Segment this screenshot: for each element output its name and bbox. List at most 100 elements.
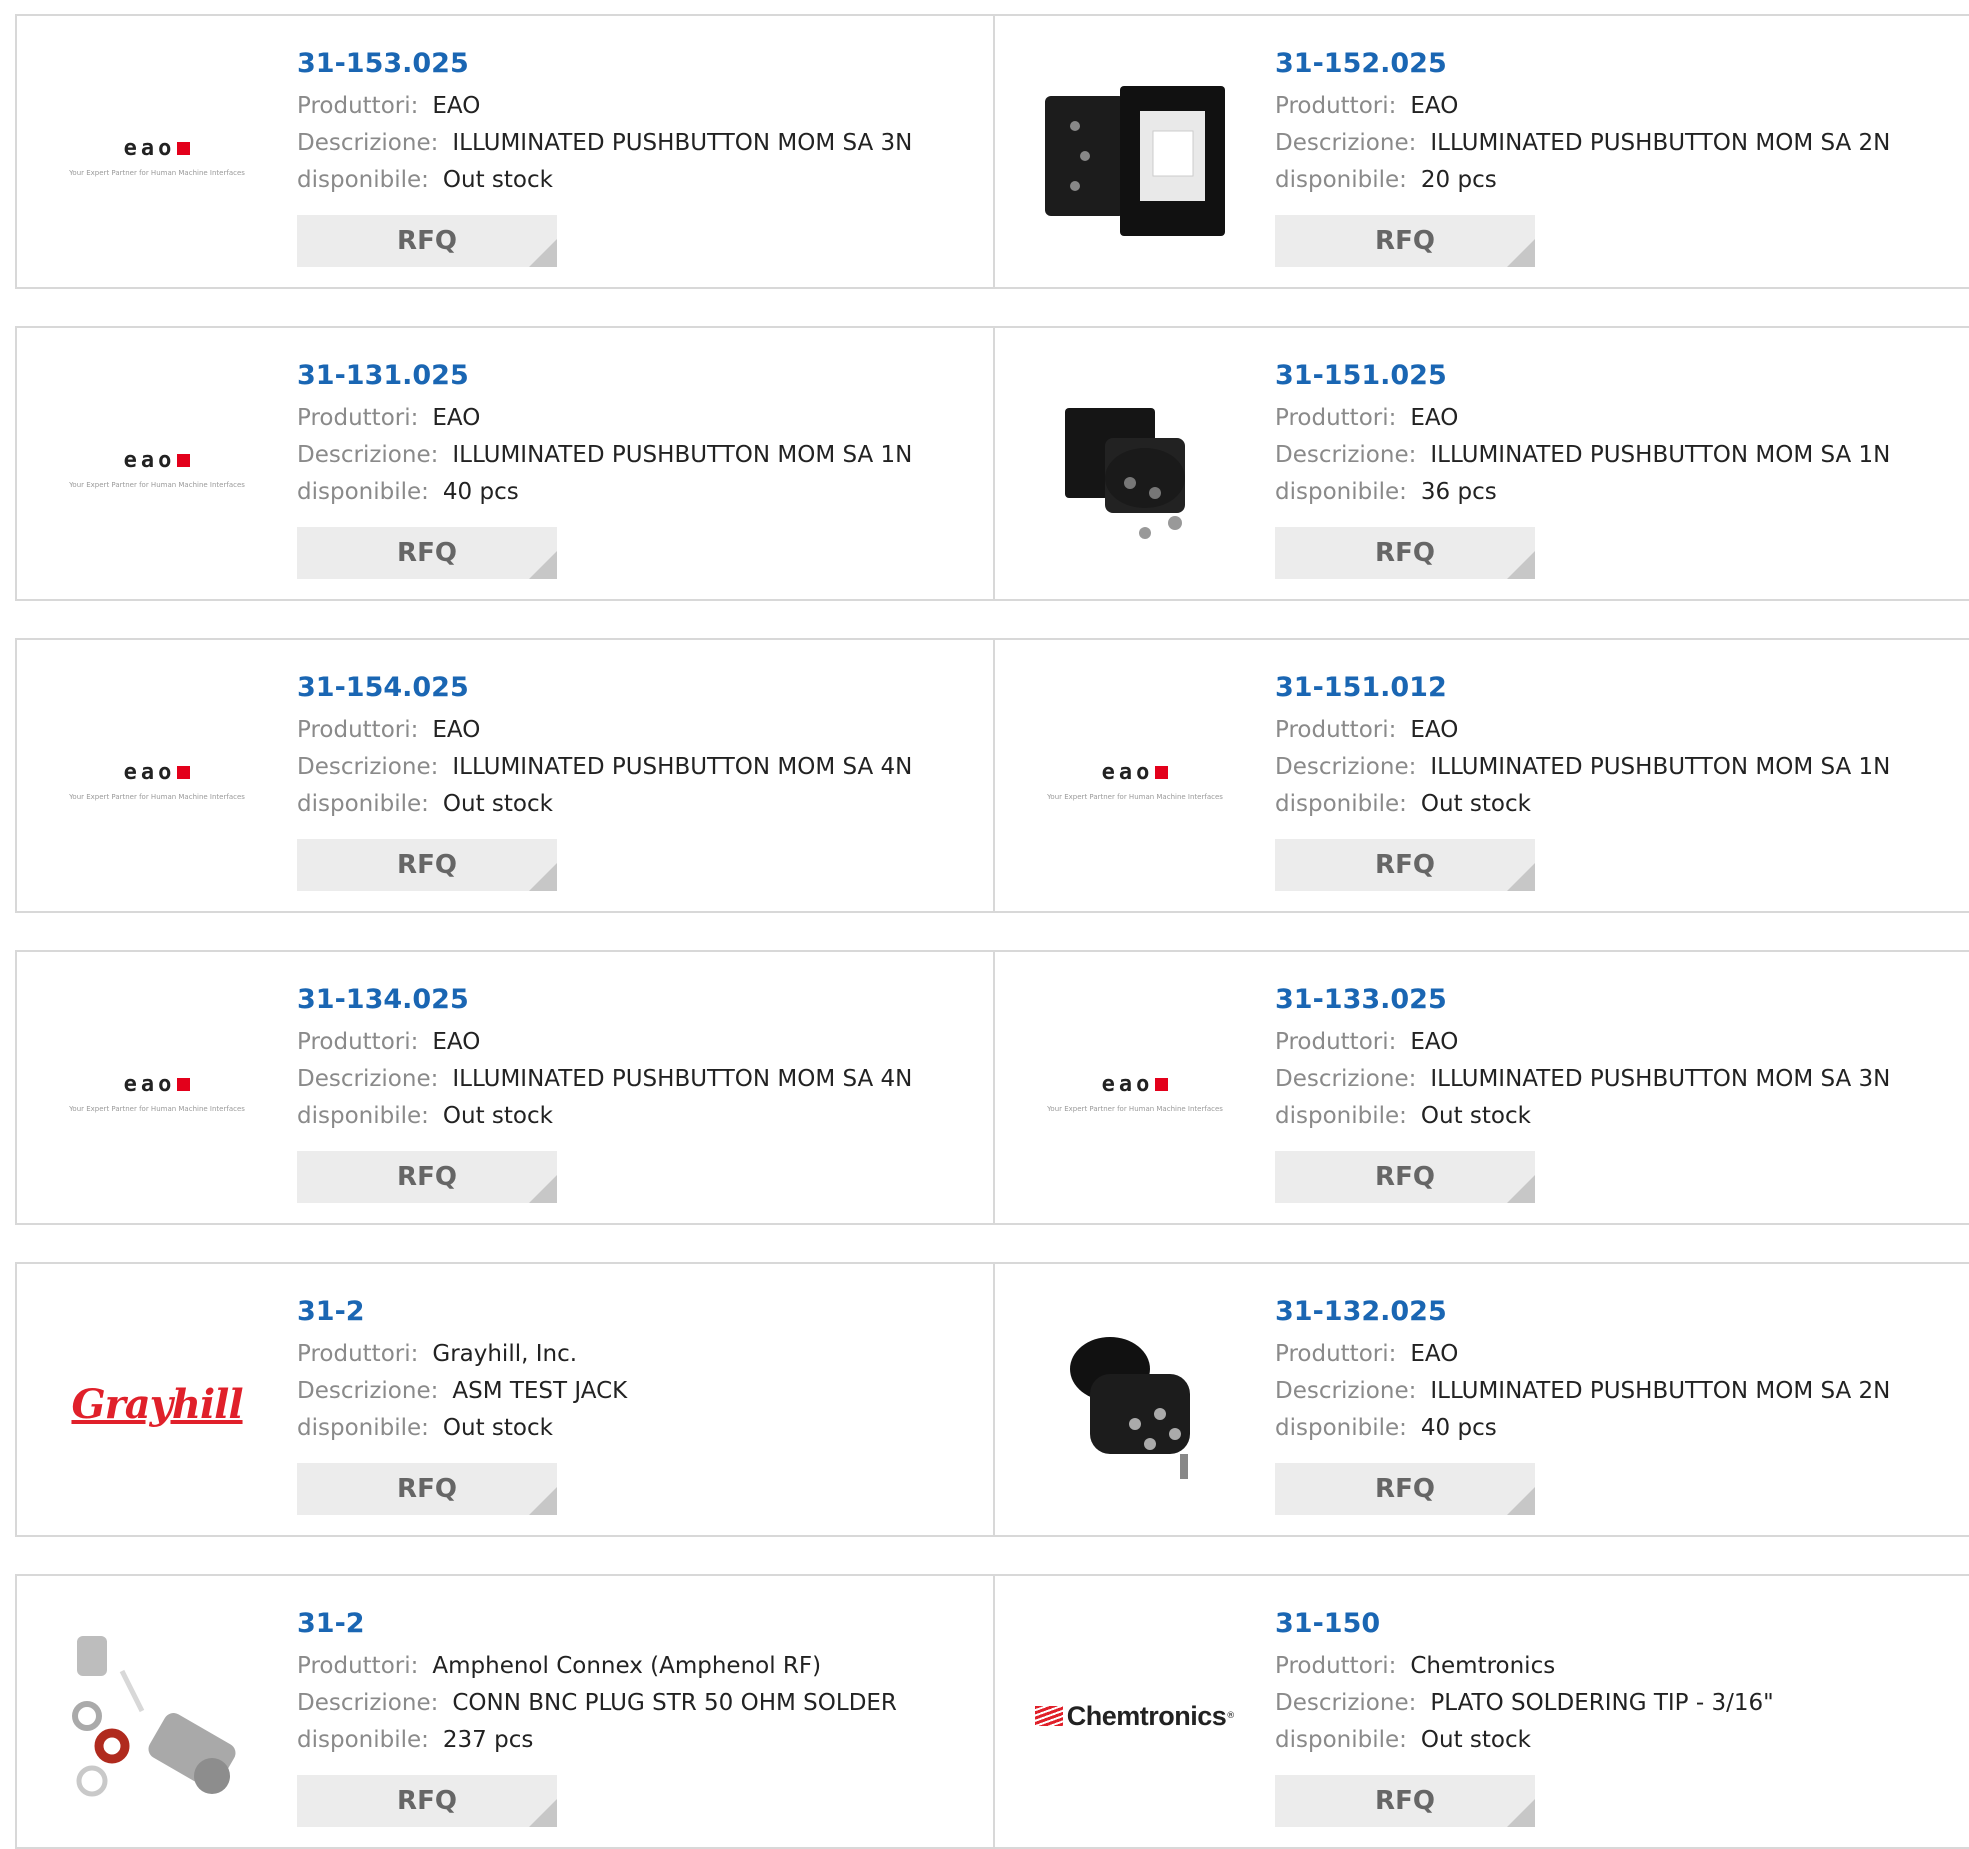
availability-label: disponibile: [297,479,429,505]
description-row: Descrizione: ASM TEST JACK [297,1373,983,1410]
product-card: eao Your Expert Partner for Human Machine… [15,326,995,601]
manufacturer-label: Produttori: [297,717,419,743]
rfq-button[interactable]: RFQ [1275,1463,1535,1515]
manufacturer-row: Produttori: EAO [1275,1336,1969,1373]
rfq-button[interactable]: RFQ [297,839,557,891]
product-thumbnail[interactable]: eao Your Expert Partner for Human Machine… [57,368,257,568]
manufacturer-value: Amphenol Connex (Amphenol RF) [432,1653,822,1679]
eao-logo-text: eao [123,447,176,473]
product-grid: eao Your Expert Partner for Human Machine… [0,0,1969,1849]
bnc-connector-photo [72,1636,236,1797]
eao-logo-word: eao [124,1072,191,1097]
description-label: Descrizione: [1275,754,1417,780]
description-row: Descrizione: CONN BNC PLUG STR 50 OHM SOL… [297,1685,983,1722]
product-thumbnail[interactable] [1035,1304,1235,1504]
availability-row: disponibile: Out stock [297,1410,983,1447]
rfq-button-label: RFQ [397,1786,457,1816]
manufacturer-row: Produttori: Chemtronics [1275,1648,1969,1685]
product-thumbnail[interactable] [1035,368,1235,568]
availability-row: disponibile: 40 pcs [297,474,983,511]
manufacturer-value: Chemtronics [1410,1653,1556,1679]
manufacturer-row: Produttori: EAO [1275,88,1969,125]
pushbutton-square-photo [1045,86,1225,236]
description-value: ILLUMINATED PUSHBUTTON MOM SA 1N [452,442,913,468]
manufacturer-label: Produttori: [1275,1341,1397,1367]
description-label: Descrizione: [1275,130,1417,156]
description-value: CONN BNC PLUG STR 50 OHM SOLDER [452,1690,897,1716]
manufacturer-row: Produttori: Grayhill, Inc. [297,1336,983,1373]
part-number-link[interactable]: 31-154.025 [297,668,983,708]
manufacturer-label: Produttori: [297,1653,419,1679]
part-number-link[interactable]: 31-133.025 [1275,980,1969,1020]
rfq-button[interactable]: RFQ [1275,839,1535,891]
availability-label: disponibile: [1275,167,1407,193]
eao-logo-word: eao [124,448,191,473]
part-number-link[interactable]: 31-2 [297,1292,983,1332]
manufacturer-value: Grayhill, Inc. [432,1341,578,1367]
rfq-button[interactable]: RFQ [297,1775,557,1827]
eao-logo-text: eao [123,759,176,785]
part-number-link[interactable]: 31-134.025 [297,980,983,1020]
description-value: ASM TEST JACK [452,1378,628,1404]
part-number-link[interactable]: 31-151.012 [1275,668,1969,708]
part-number-link[interactable]: 31-132.025 [1275,1292,1969,1332]
manufacturer-row: Produttori: EAO [297,400,983,437]
rfq-button-label: RFQ [397,1474,457,1504]
rfq-button[interactable]: RFQ [1275,527,1535,579]
product-thumbnail[interactable]: eao Your Expert Partner for Human Machine… [57,680,257,880]
part-number-link[interactable]: 31-131.025 [297,356,983,396]
manufacturer-label: Produttori: [297,1029,419,1055]
product-thumbnail[interactable]: eao Your Expert Partner for Human Machine… [57,56,257,256]
part-number-link[interactable]: 31-151.025 [1275,356,1969,396]
eao-logo: eao Your Expert Partner for Human Machine… [69,1072,245,1113]
rfq-button[interactable]: RFQ [1275,1775,1535,1827]
product-thumbnail[interactable]: eao Your Expert Partner for Human Machine… [57,992,257,1192]
product-info: 31-150 Produttori: Chemtronics Descrizione:… [1275,1604,1969,1827]
product-card: eao Your Expert Partner for Human Machine… [993,638,1969,913]
manufacturer-row: Produttori: EAO [1275,712,1969,749]
part-number-link[interactable]: 31-2 [297,1604,983,1644]
product-thumbnail[interactable] [57,1616,257,1816]
rfq-button[interactable]: RFQ [1275,215,1535,267]
manufacturer-row: Produttori: EAO [1275,400,1969,437]
availability-label: disponibile: [297,1103,429,1129]
part-number-link[interactable]: 31-150 [1275,1604,1969,1644]
product-card: eao Your Expert Partner for Human Machine… [15,950,995,1225]
availability-value: 20 pcs [1420,167,1497,193]
rfq-button[interactable]: RFQ [297,1463,557,1515]
pushbutton-photo [1065,408,1185,539]
eao-logo-text: eao [1101,1071,1154,1097]
description-value: ILLUMINATED PUSHBUTTON MOM SA 3N [1430,1066,1891,1092]
manufacturer-label: Produttori: [1275,1029,1397,1055]
part-number-link[interactable]: 31-153.025 [297,44,983,84]
product-card: eao Your Expert Partner for Human Machine… [15,14,995,289]
product-card: eao Your Expert Partner for Human Machine… [993,950,1969,1225]
description-value: ILLUMINATED PUSHBUTTON MOM SA 2N [1430,1378,1891,1404]
product-thumbnail[interactable]: eao Your Expert Partner for Human Machine… [1035,992,1235,1192]
description-row: Descrizione: ILLUMINATED PUSHBUTTON MOM S… [1275,1373,1969,1410]
rfq-button-label: RFQ [1375,1162,1435,1192]
product-card: 31-152.025 Produttori: EAO Descrizione: ILLU… [993,14,1969,289]
product-thumbnail[interactable]: eao Your Expert Partner for Human Machine… [1035,680,1235,880]
availability-value: Out stock [1420,1727,1531,1753]
eao-red-square [1155,1077,1169,1091]
chemtronics-logo: Chemtronics ® [1034,1701,1235,1732]
rfq-button[interactable]: RFQ [297,1151,557,1203]
rfq-button[interactable]: RFQ [1275,1151,1535,1203]
product-info: 31-153.025 Produttori: EAO Descrizione: ILLU… [297,44,983,267]
product-info: 31-133.025 Produttori: EAO Descrizione: ILLU… [1275,980,1969,1203]
availability-label: disponibile: [297,167,429,193]
availability-row: disponibile: Out stock [297,162,983,199]
manufacturer-value: EAO [432,1029,481,1055]
description-row: Descrizione: ILLUMINATED PUSHBUTTON MOM S… [1275,749,1969,786]
product-thumbnail[interactable]: Grayhill [57,1304,257,1504]
manufacturer-label: Produttori: [297,1341,419,1367]
rfq-button[interactable]: RFQ [297,527,557,579]
product-card: 31-151.025 Produttori: EAO Descrizione: ILLU… [993,326,1969,601]
rfq-button[interactable]: RFQ [297,215,557,267]
part-number-link[interactable]: 31-152.025 [1275,44,1969,84]
eao-logo-word: eao [124,760,191,785]
product-thumbnail[interactable]: Chemtronics ® [1034,1616,1235,1816]
product-thumbnail[interactable] [1035,56,1235,256]
availability-row: disponibile: 20 pcs [1275,162,1969,199]
